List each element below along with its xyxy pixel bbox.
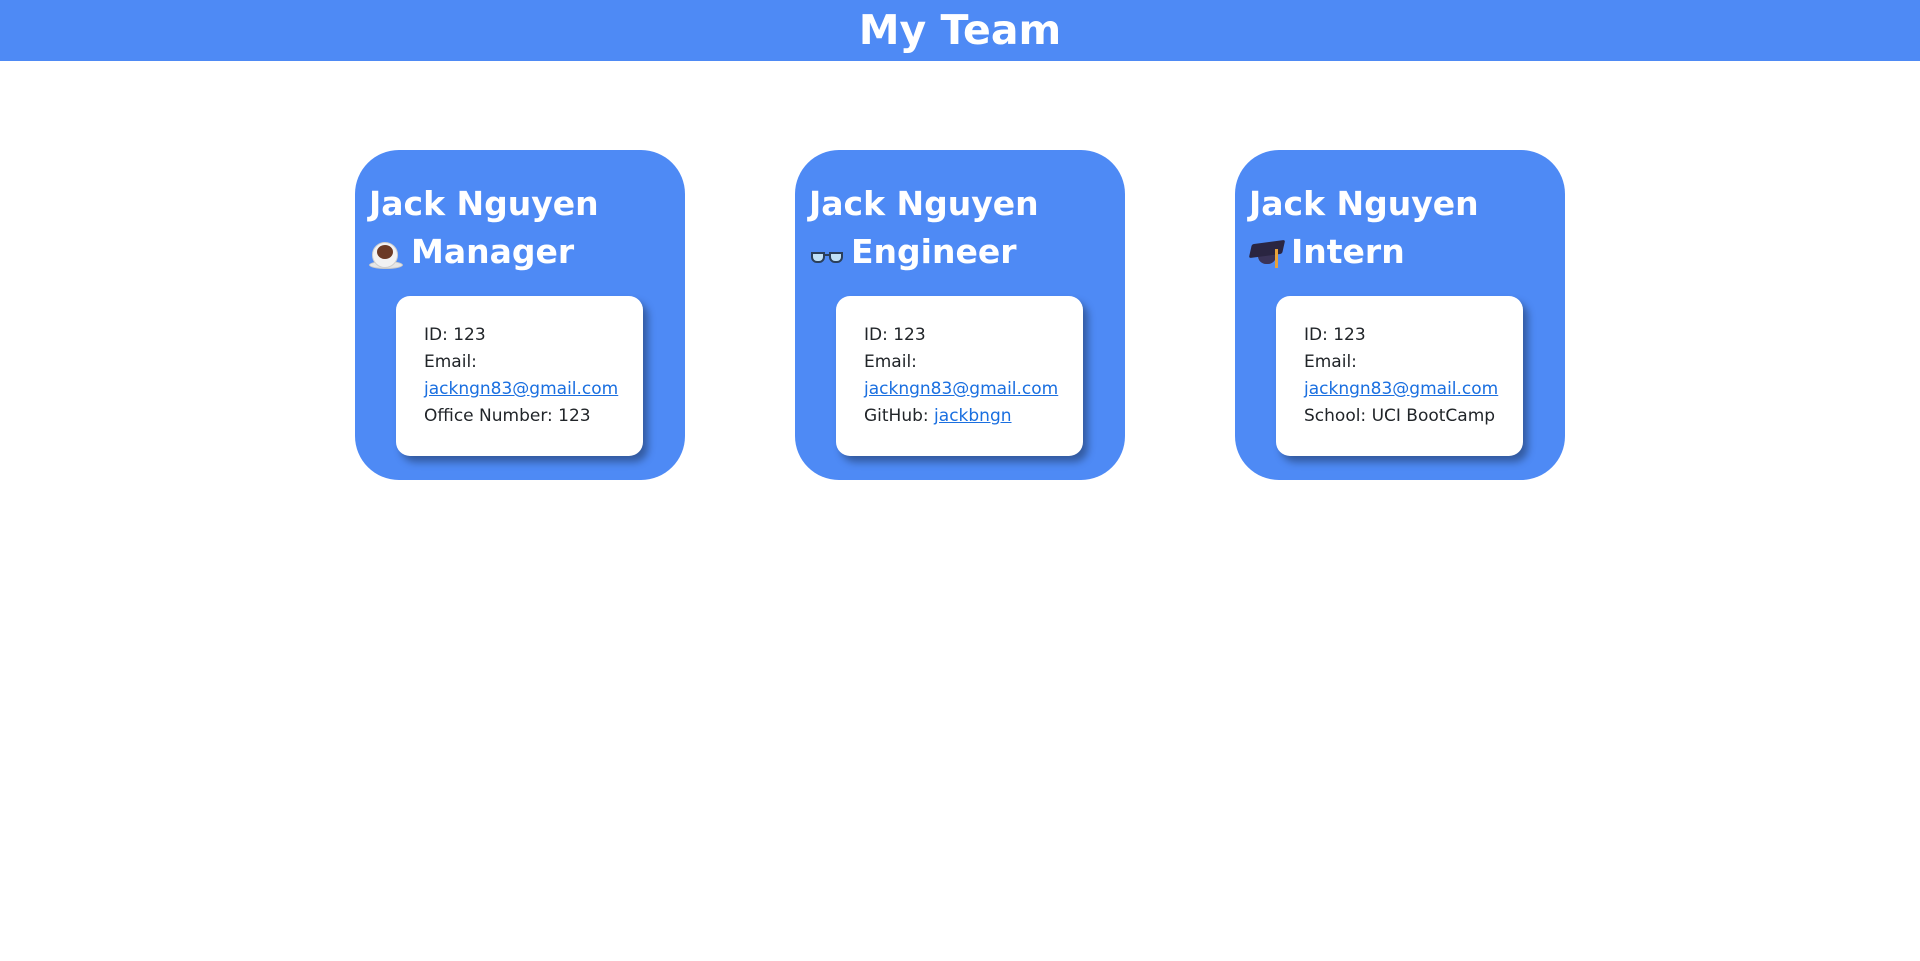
employee-id: ID: 123 (864, 325, 926, 345)
employee-info: ID: 123 Email: jackngn83@gmail.com Offic… (396, 296, 643, 456)
email-link[interactable]: jackngn83@gmail.com (1304, 379, 1498, 399)
coffee-icon (369, 234, 405, 270)
email-link[interactable]: jackngn83@gmail.com (424, 379, 618, 399)
office-number: Office Number: 123 (424, 406, 591, 426)
github-label: GitHub: (864, 406, 929, 426)
glasses-icon (809, 234, 845, 270)
github-link[interactable]: jackbngn (934, 406, 1011, 426)
employee-role: Intern (1248, 232, 1405, 272)
page-title: My Team (858, 6, 1062, 54)
employee-role: Engineer (809, 232, 1017, 272)
employee-name: Jack Nguyen (369, 184, 599, 223)
email-label: Email: (1304, 352, 1357, 372)
email-link[interactable]: jackngn83@gmail.com (864, 379, 1058, 399)
intern-card: Jack Nguyen Intern ID: 123 Email: jackng… (1235, 150, 1565, 480)
email-label: Email: (424, 352, 477, 372)
employee-name: Jack Nguyen (809, 184, 1039, 223)
role-label: Intern (1291, 232, 1405, 271)
employee-info: ID: 123 Email: jackngn83@gmail.com GitHu… (836, 296, 1083, 456)
engineer-card: Jack Nguyen Engineer ID: 123 Email: jack… (795, 150, 1125, 480)
role-label: Manager (411, 232, 575, 271)
page-header: My Team (0, 0, 1920, 61)
role-label: Engineer (851, 232, 1017, 271)
school: School: UCI BootCamp (1304, 406, 1496, 426)
employee-name: Jack Nguyen (1249, 184, 1479, 223)
employee-id: ID: 123 (1304, 325, 1366, 345)
employee-role: Manager (369, 232, 574, 272)
employee-info: ID: 123 Email: jackngn83@gmail.com Schoo… (1276, 296, 1523, 456)
employee-id: ID: 123 (424, 325, 486, 345)
email-label: Email: (864, 352, 917, 372)
graduation-cap-icon (1248, 234, 1286, 270)
manager-card: Jack Nguyen Manager ID: 123 Email: jackn… (355, 150, 685, 480)
